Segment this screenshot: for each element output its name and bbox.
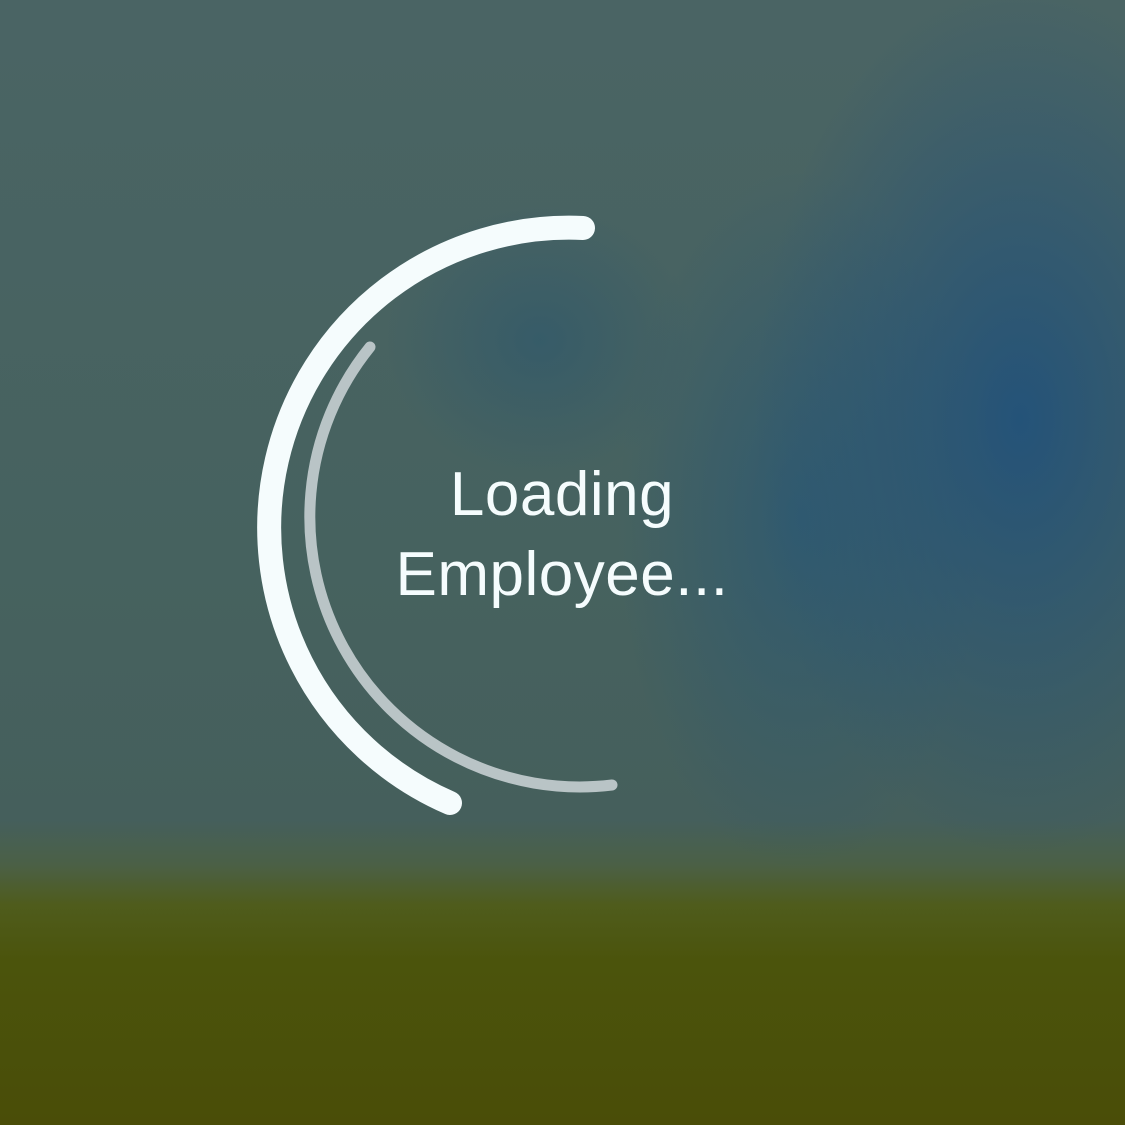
loading-message: Loading Employee...: [395, 460, 729, 609]
